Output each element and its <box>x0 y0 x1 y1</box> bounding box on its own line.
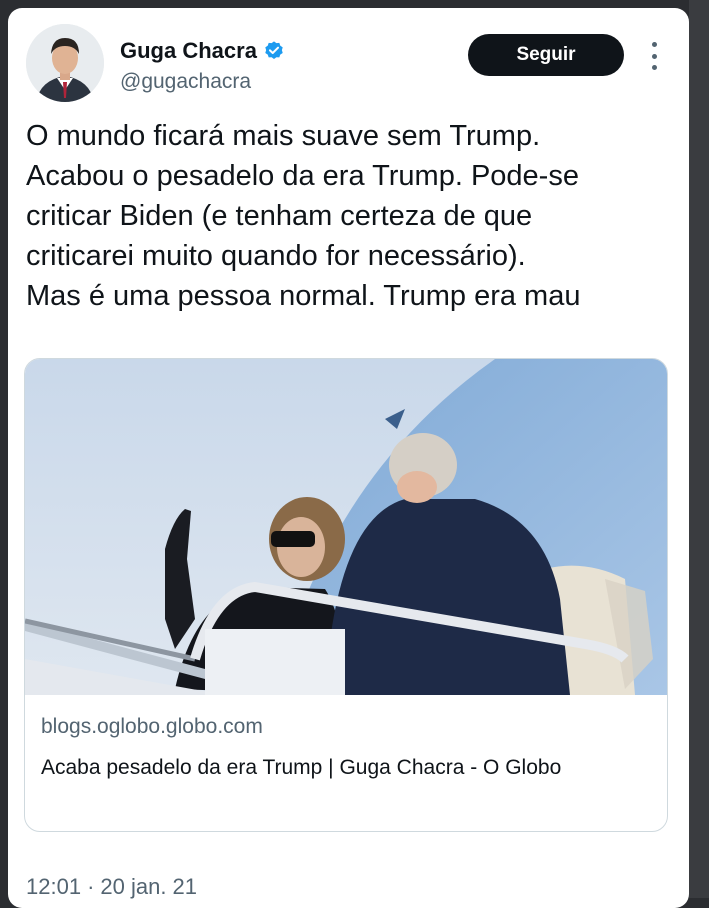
link-title[interactable]: Acaba pesadelo da era Trump | Guga Chacr… <box>41 751 641 784</box>
link-preview-card[interactable]: blogs.oglobo.globo.com Acaba pesadelo da… <box>24 358 668 832</box>
window-edge <box>689 0 709 898</box>
tweet-date: 20 jan. 21 <box>100 874 198 899</box>
more-vertical-icon[interactable] <box>644 42 664 70</box>
avatar[interactable] <box>26 24 104 102</box>
tweet-timestamp[interactable]: 12:01 · 20 jan. 21 <box>26 874 197 900</box>
author-name-row: Guga Chacra <box>120 38 285 64</box>
link-preview-image[interactable] <box>25 359 668 695</box>
tweet-text: O mundo ficará mais suave sem Trump. Aca… <box>26 116 676 316</box>
tweet-line: Acabou o pesadelo da era Trump. Pode-se <box>26 160 579 192</box>
author-name[interactable]: Guga Chacra <box>120 38 257 64</box>
author-handle[interactable]: @gugachacra <box>120 70 251 94</box>
tweet-time: 12:01 <box>26 874 82 899</box>
tweet-line: O mundo ficará mais suave sem Trump. <box>26 120 541 152</box>
link-domain: blogs.oglobo.globo.com <box>41 715 263 738</box>
tweet-line: criticarei muito quando for necessário). <box>26 240 526 272</box>
timestamp-separator: · <box>87 874 95 899</box>
tweet-line: criticar Biden (e tenham certeza de que <box>26 200 533 232</box>
tweet-line: Mas é uma pessoa normal. Trump era mau <box>26 280 581 312</box>
verified-badge-icon <box>265 41 283 59</box>
tweet-card: Guga Chacra @gugachacra Seguir O mundo f… <box>8 8 689 908</box>
follow-button[interactable]: Seguir <box>468 34 624 76</box>
